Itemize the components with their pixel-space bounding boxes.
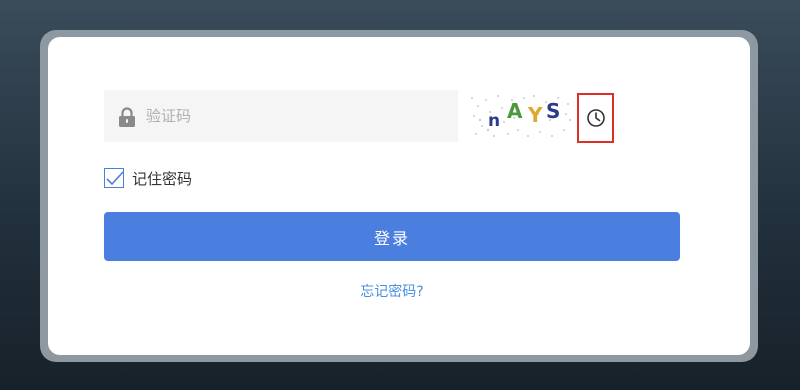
captcha-letter: n xyxy=(488,111,500,131)
captcha-input[interactable] xyxy=(146,90,446,142)
captcha-letter: Y xyxy=(527,103,543,127)
remember-label: 记住密码 xyxy=(132,169,193,188)
remember-checkbox[interactable] xyxy=(104,168,124,188)
remember-password[interactable]: 记住密码 xyxy=(104,167,192,189)
captcha-image[interactable]: n A Y S xyxy=(468,92,574,140)
clock-icon xyxy=(586,109,605,127)
login-button[interactable]: 登录 xyxy=(104,212,680,261)
captcha-letter: S xyxy=(546,99,560,123)
lock-icon xyxy=(119,107,135,127)
login-card xyxy=(48,37,750,355)
captcha-letter: A xyxy=(507,99,523,123)
refresh-captcha-button[interactable] xyxy=(577,93,614,143)
forgot-password-link[interactable]: 忘记密码? xyxy=(0,281,784,301)
checkmark-icon xyxy=(106,171,124,186)
